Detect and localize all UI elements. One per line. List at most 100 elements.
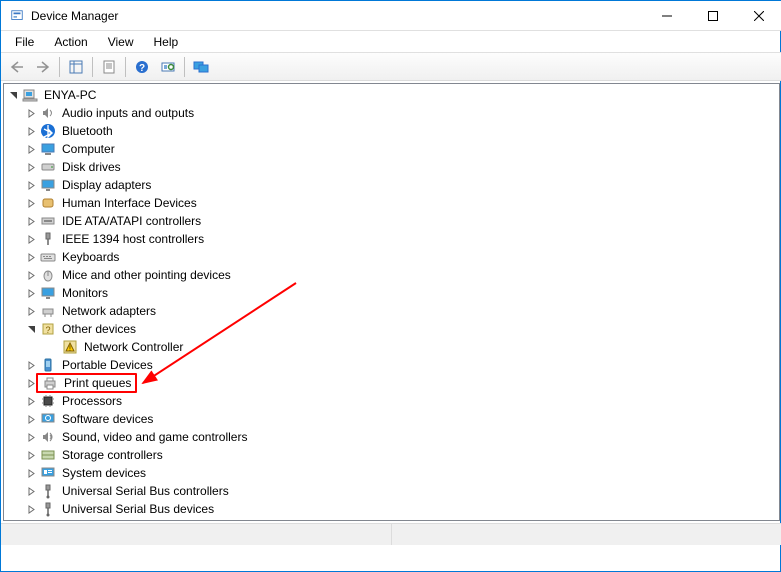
tree-item-universal-serial-bus-devices[interactable]: Universal Serial Bus devices bbox=[4, 500, 779, 518]
expander-icon[interactable] bbox=[24, 250, 38, 264]
minimize-button[interactable] bbox=[644, 1, 690, 31]
expander-icon[interactable] bbox=[24, 466, 38, 480]
window-title: Device Manager bbox=[31, 9, 118, 23]
tree-item-portable-devices[interactable]: Portable Devices bbox=[4, 356, 779, 374]
network-icon bbox=[40, 303, 56, 319]
hid-icon bbox=[40, 195, 56, 211]
tree-item-computer[interactable]: Computer bbox=[4, 140, 779, 158]
expander-icon[interactable] bbox=[24, 322, 38, 336]
expander-icon[interactable] bbox=[24, 394, 38, 408]
warning-icon: ! bbox=[62, 339, 78, 355]
menu-view[interactable]: View bbox=[100, 33, 142, 51]
tree-item-network-controller[interactable]: ! Network Controller bbox=[4, 338, 779, 356]
tree-item-label: Human Interface Devices bbox=[60, 196, 199, 210]
mouse-icon bbox=[40, 267, 56, 283]
keyboard-icon bbox=[40, 249, 56, 265]
expander-icon[interactable] bbox=[24, 304, 38, 318]
usb-icon bbox=[40, 483, 56, 499]
toolbar-back-button[interactable] bbox=[5, 56, 29, 78]
expander-icon[interactable] bbox=[6, 88, 20, 102]
statusbar bbox=[1, 523, 781, 545]
expander-icon[interactable] bbox=[24, 142, 38, 156]
expander-icon[interactable] bbox=[24, 358, 38, 372]
tree-item-disk-drives[interactable]: Disk drives bbox=[4, 158, 779, 176]
tree-item-ieee-1394-host-controllers[interactable]: IEEE 1394 host controllers bbox=[4, 230, 779, 248]
tree-item-keyboards[interactable]: Keyboards bbox=[4, 248, 779, 266]
menu-file[interactable]: File bbox=[7, 33, 42, 51]
device-tree[interactable]: ENYA-PC Audio inputs and outputs Bluetoo… bbox=[3, 83, 780, 521]
toolbar-help-button[interactable]: ? bbox=[130, 56, 154, 78]
tree-root-node[interactable]: ENYA-PC bbox=[4, 86, 779, 104]
tree-item-label: Keyboards bbox=[60, 250, 121, 264]
close-button[interactable] bbox=[736, 1, 781, 31]
titlebar: Device Manager bbox=[1, 1, 781, 31]
toolbar: ? bbox=[1, 53, 781, 81]
system-icon bbox=[40, 465, 56, 481]
tree-item-label: Portable Devices bbox=[60, 358, 155, 372]
tree-item-label: Storage controllers bbox=[60, 448, 165, 462]
tree-item-print-queues[interactable]: Print queues bbox=[4, 374, 779, 392]
tree-item-sound-video-and-game-controllers[interactable]: Sound, video and game controllers bbox=[4, 428, 779, 446]
expander-icon[interactable] bbox=[24, 484, 38, 498]
expander-icon[interactable] bbox=[24, 214, 38, 228]
tree-item-label: Universal Serial Bus devices bbox=[60, 502, 216, 516]
printer-icon bbox=[42, 375, 58, 391]
tree-item-network-adapters[interactable]: Network adapters bbox=[4, 302, 779, 320]
expander-icon[interactable] bbox=[24, 268, 38, 282]
expander-icon[interactable] bbox=[24, 430, 38, 444]
svg-text:?: ? bbox=[45, 325, 50, 335]
tree-item-label: System devices bbox=[60, 466, 148, 480]
tree-item-universal-serial-bus-controllers[interactable]: Universal Serial Bus controllers bbox=[4, 482, 779, 500]
tree-item-processors[interactable]: Processors bbox=[4, 392, 779, 410]
toolbar-scan-hardware-button[interactable] bbox=[156, 56, 180, 78]
expander-icon[interactable] bbox=[24, 178, 38, 192]
tree-item-label: ENYA-PC bbox=[42, 88, 98, 102]
maximize-button[interactable] bbox=[690, 1, 736, 31]
app-icon bbox=[9, 8, 25, 24]
disk-icon bbox=[40, 159, 56, 175]
expander-spacer bbox=[46, 340, 60, 354]
menu-help[interactable]: Help bbox=[146, 33, 187, 51]
svg-text:?: ? bbox=[139, 63, 145, 74]
tree-item-label: Audio inputs and outputs bbox=[60, 106, 196, 120]
toolbar-properties-button[interactable] bbox=[97, 56, 121, 78]
expander-icon[interactable] bbox=[24, 232, 38, 246]
portable-icon bbox=[40, 357, 56, 373]
tree-item-storage-controllers[interactable]: Storage controllers bbox=[4, 446, 779, 464]
tree-item-label: Network Controller bbox=[82, 340, 185, 354]
tree-item-human-interface-devices[interactable]: Human Interface Devices bbox=[4, 194, 779, 212]
tree-item-label: Disk drives bbox=[60, 160, 123, 174]
expander-icon[interactable] bbox=[24, 106, 38, 120]
tree-item-display-adapters[interactable]: Display adapters bbox=[4, 176, 779, 194]
tree-item-label: Computer bbox=[60, 142, 117, 156]
tree-item-bluetooth[interactable]: Bluetooth bbox=[4, 122, 779, 140]
tree-item-label: Mice and other pointing devices bbox=[60, 268, 233, 282]
tree-item-label: Universal Serial Bus controllers bbox=[60, 484, 231, 498]
tree-item-other-devices[interactable]: ? Other devices bbox=[4, 320, 779, 338]
expander-icon[interactable] bbox=[24, 448, 38, 462]
tree-item-audio-inputs-and-outputs[interactable]: Audio inputs and outputs bbox=[4, 104, 779, 122]
tree-item-monitors[interactable]: Monitors bbox=[4, 284, 779, 302]
toolbar-show-hide-tree-button[interactable] bbox=[64, 56, 88, 78]
tree-item-label: IDE ATA/ATAPI controllers bbox=[60, 214, 203, 228]
tree-item-label: Print queues bbox=[62, 376, 133, 390]
toolbar-separator bbox=[125, 57, 126, 77]
storage-icon bbox=[40, 447, 56, 463]
tree-item-mice-and-other-pointing-devices[interactable]: Mice and other pointing devices bbox=[4, 266, 779, 284]
processor-icon bbox=[40, 393, 56, 409]
speaker-icon bbox=[40, 105, 56, 121]
tree-item-software-devices[interactable]: Software devices bbox=[4, 410, 779, 428]
toolbar-separator bbox=[59, 57, 60, 77]
tree-item-ide-ata-atapi-controllers[interactable]: IDE ATA/ATAPI controllers bbox=[4, 212, 779, 230]
toolbar-forward-button[interactable] bbox=[31, 56, 55, 78]
toolbar-monitors-button[interactable] bbox=[189, 56, 213, 78]
expander-icon[interactable] bbox=[24, 286, 38, 300]
bluetooth-icon bbox=[40, 123, 56, 139]
expander-icon[interactable] bbox=[24, 412, 38, 426]
expander-icon[interactable] bbox=[24, 196, 38, 210]
expander-icon[interactable] bbox=[24, 124, 38, 138]
menu-action[interactable]: Action bbox=[46, 33, 95, 51]
expander-icon[interactable] bbox=[24, 502, 38, 516]
tree-item-system-devices[interactable]: System devices bbox=[4, 464, 779, 482]
expander-icon[interactable] bbox=[24, 160, 38, 174]
